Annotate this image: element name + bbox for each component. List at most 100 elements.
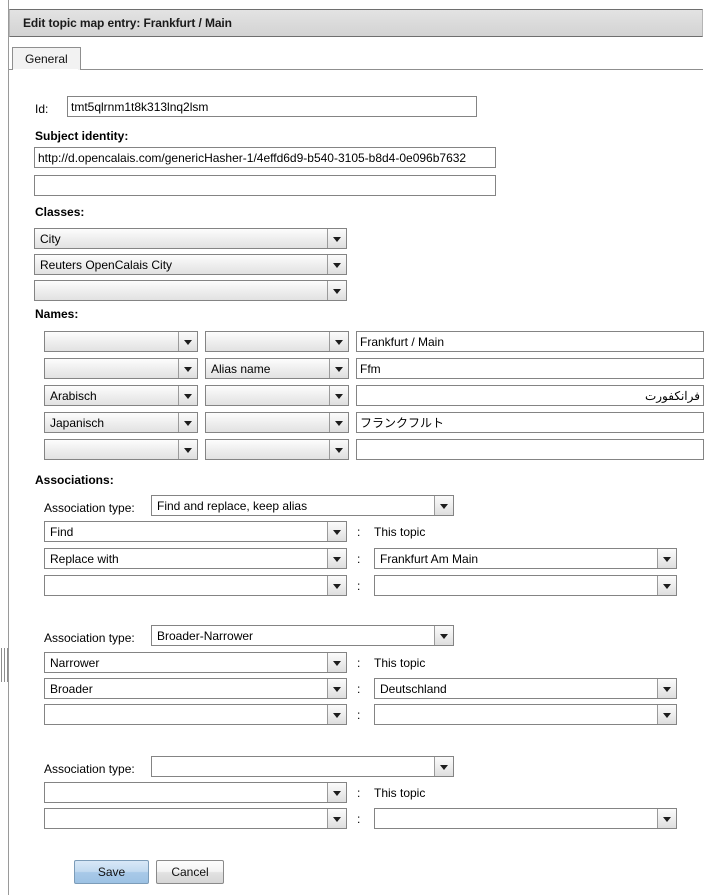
association-type-combo-1[interactable]: Find and replace, keep alias — [151, 495, 454, 516]
chevron-down-icon[interactable] — [327, 229, 346, 248]
name-value-input-3[interactable] — [356, 385, 704, 406]
name-type-combo-1[interactable] — [205, 331, 349, 352]
chevron-down-icon[interactable] — [434, 626, 453, 645]
classes-label: Classes: — [35, 205, 85, 219]
association-1-role-combo-1[interactable]: Find — [44, 521, 347, 542]
association-3-player-combo-2-value — [375, 809, 657, 828]
association-2-player-static-1: This topic — [374, 656, 426, 670]
save-button[interactable]: Save — [74, 860, 149, 884]
association-3-role-combo-1[interactable] — [44, 782, 347, 803]
id-input[interactable] — [67, 96, 477, 117]
association-3-player-combo-2[interactable] — [374, 808, 677, 829]
name-value-input-1[interactable] — [356, 331, 704, 352]
name-language-combo-4[interactable]: Japanisch — [44, 412, 198, 433]
association-2-role-combo-2[interactable]: Broader — [44, 678, 347, 699]
association-2-role-combo-3[interactable] — [44, 704, 347, 725]
chevron-down-icon[interactable] — [327, 653, 346, 672]
chevron-down-icon[interactable] — [657, 576, 676, 595]
name-value-input-2[interactable] — [356, 358, 704, 379]
class-combo-3[interactable] — [34, 280, 347, 301]
name-language-combo-5-value — [45, 440, 178, 459]
association-2-role-combo-1[interactable]: Narrower — [44, 652, 347, 673]
chevron-down-icon[interactable] — [434, 496, 453, 515]
class-combo-2-value: Reuters OpenCalais City — [35, 255, 327, 274]
class-combo-1-value: City — [35, 229, 327, 248]
name-language-combo-5[interactable] — [44, 439, 198, 460]
chevron-down-icon[interactable] — [434, 757, 453, 776]
tab-general-label: General — [25, 52, 68, 66]
class-combo-1[interactable]: City — [34, 228, 347, 249]
chevron-down-icon[interactable] — [657, 679, 676, 698]
chevron-down-icon[interactable] — [178, 359, 197, 378]
dialog-title: Edit topic map entry: Frankfurt / Main — [23, 16, 232, 30]
name-type-combo-3[interactable] — [205, 385, 349, 406]
association-type-label-2: Association type: — [44, 631, 135, 645]
chevron-down-icon[interactable] — [327, 549, 346, 568]
form-body: Id: Subject identity: Classes: City Reut… — [9, 70, 704, 895]
tab-general[interactable]: General — [12, 47, 81, 70]
association-type-combo-3[interactable] — [151, 756, 454, 777]
chevron-down-icon[interactable] — [657, 705, 676, 724]
chevron-down-icon[interactable] — [657, 549, 676, 568]
split-pane-grip-handle[interactable] — [1, 648, 8, 682]
name-value-input-5[interactable] — [356, 439, 704, 460]
name-type-combo-3-value — [206, 386, 329, 405]
chevron-down-icon[interactable] — [657, 809, 676, 828]
chevron-down-icon[interactable] — [178, 440, 197, 459]
name-language-combo-1-value — [45, 332, 178, 351]
association-2-player-combo-2-value: Deutschland — [375, 679, 657, 698]
association-2-player-combo-3[interactable] — [374, 704, 677, 725]
left-gutter — [0, 0, 9, 895]
association-3-role-combo-2[interactable] — [44, 808, 347, 829]
chevron-down-icon[interactable] — [329, 440, 348, 459]
association-2-player-combo-3-value — [375, 705, 657, 724]
name-language-combo-2-value — [45, 359, 178, 378]
name-language-combo-4-value: Japanisch — [45, 413, 178, 432]
name-value-input-4[interactable] — [356, 412, 704, 433]
association-type-combo-2[interactable]: Broader-Narrower — [151, 625, 454, 646]
association-2-player-combo-2[interactable]: Deutschland — [374, 678, 677, 699]
name-language-combo-3-value: Arabisch — [45, 386, 178, 405]
association-1-role-combo-2[interactable]: Replace with — [44, 548, 347, 569]
chevron-down-icon[interactable] — [327, 281, 346, 300]
chevron-down-icon[interactable] — [327, 705, 346, 724]
name-type-combo-2-value: Alias name — [206, 359, 329, 378]
chevron-down-icon[interactable] — [178, 386, 197, 405]
chevron-down-icon[interactable] — [329, 413, 348, 432]
cancel-button[interactable]: Cancel — [156, 860, 224, 884]
chevron-down-icon[interactable] — [327, 576, 346, 595]
chevron-down-icon[interactable] — [327, 783, 346, 802]
subject-identity-input-2[interactable] — [34, 175, 496, 196]
chevron-down-icon[interactable] — [327, 809, 346, 828]
name-type-combo-4-value — [206, 413, 329, 432]
chevron-down-icon[interactable] — [327, 522, 346, 541]
chevron-down-icon[interactable] — [329, 359, 348, 378]
name-type-combo-5[interactable] — [205, 439, 349, 460]
association-1-player-combo-2[interactable]: Frankfurt Am Main — [374, 548, 677, 569]
association-1-player-combo-2-value: Frankfurt Am Main — [375, 549, 657, 568]
association-type-label-3: Association type: — [44, 762, 135, 776]
name-language-combo-2[interactable] — [44, 358, 198, 379]
name-type-combo-2[interactable]: Alias name — [205, 358, 349, 379]
chevron-down-icon[interactable] — [327, 255, 346, 274]
subject-identity-input-1[interactable] — [34, 147, 496, 168]
association-1-role-combo-3[interactable] — [44, 575, 347, 596]
association-type-combo-2-value: Broader-Narrower — [152, 626, 434, 645]
chevron-down-icon[interactable] — [329, 332, 348, 351]
association-1-player-combo-3[interactable] — [374, 575, 677, 596]
association-2-role-combo-1-value: Narrower — [45, 653, 327, 672]
names-label: Names: — [35, 307, 79, 321]
class-combo-2[interactable]: Reuters OpenCalais City — [34, 254, 347, 275]
associations-label: Associations: — [35, 473, 114, 487]
name-language-combo-1[interactable] — [44, 331, 198, 352]
name-type-combo-4[interactable] — [205, 412, 349, 433]
association-1-player-static-1: This topic — [374, 525, 426, 539]
chevron-down-icon[interactable] — [329, 386, 348, 405]
save-button-label: Save — [97, 865, 126, 879]
chevron-down-icon[interactable] — [178, 332, 197, 351]
name-language-combo-3[interactable]: Arabisch — [44, 385, 198, 406]
subject-identity-label: Subject identity: — [35, 129, 129, 143]
chevron-down-icon[interactable] — [178, 413, 197, 432]
chevron-down-icon[interactable] — [327, 679, 346, 698]
id-label: Id: — [35, 102, 49, 116]
